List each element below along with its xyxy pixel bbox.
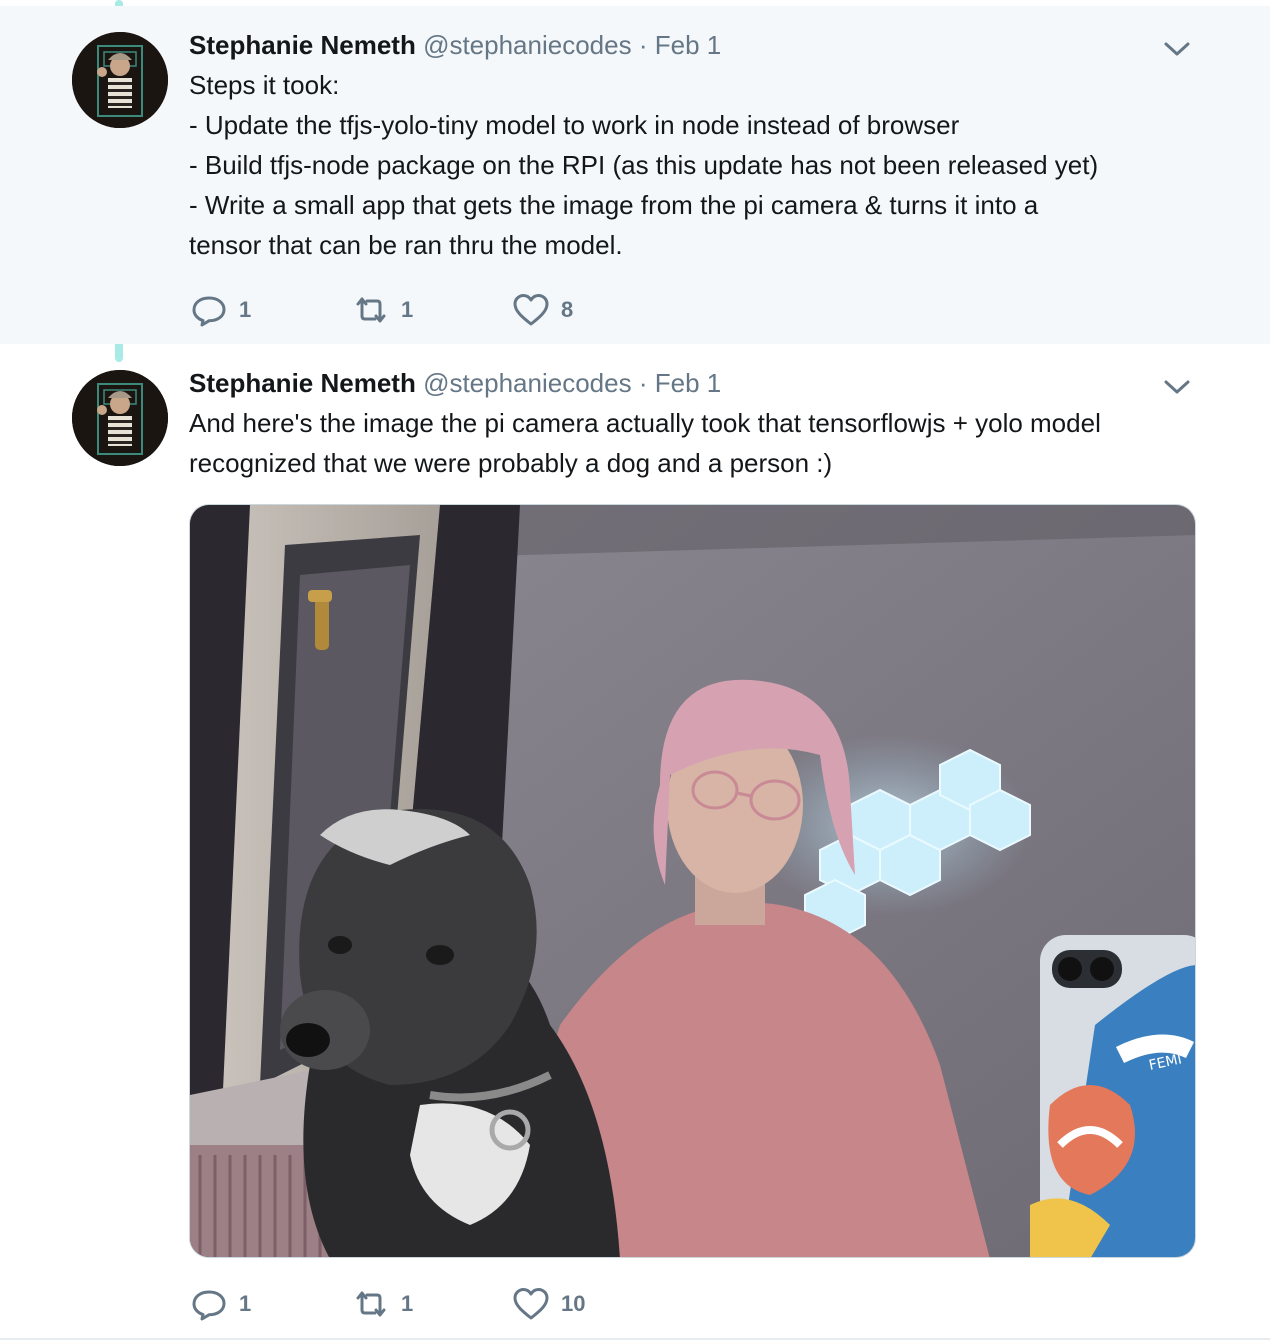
author-name[interactable]: Stephanie Nemeth [189,30,416,60]
heart-icon [513,294,549,326]
retweet-button[interactable]: 1 [351,1284,413,1324]
tweet-actions: 1 1 8 [189,290,749,330]
photo-dog-and-person: FEMI [190,505,1195,1257]
separator-dot: · [638,30,648,60]
chevron-down-icon[interactable] [1162,376,1192,398]
tweet-1[interactable]: Stephanie Nemeth @stephaniecodes · Feb 1… [0,6,1270,344]
author-name[interactable]: Stephanie Nemeth [189,368,416,398]
heart-icon [513,1288,549,1320]
retweet-count: 1 [401,1291,414,1316]
like-button[interactable]: 8 [511,290,573,330]
tweet-text: Steps it took: - Update the tfjs-yolo-ti… [189,70,1099,260]
author-handle[interactable]: @stephaniecodes [423,368,632,398]
reply-count: 1 [239,297,252,322]
tweet-text: And here's the image the pi camera actua… [189,408,1101,478]
tweet-date[interactable]: Feb 1 [655,30,722,60]
tweet-header: Stephanie Nemeth @stephaniecodes · Feb 1 [189,368,721,398]
tweet-actions: 1 1 10 [189,1284,749,1324]
reply-icon [192,1290,226,1321]
like-count: 8 [561,297,574,322]
retweet-icon [356,297,386,323]
avatar[interactable] [72,32,168,128]
chevron-down-icon[interactable] [1162,38,1192,60]
reply-button[interactable]: 1 [189,290,251,330]
avatar[interactable] [72,370,168,466]
retweet-icon [356,1291,386,1317]
retweet-count: 1 [401,297,414,322]
tweet-header: Stephanie Nemeth @stephaniecodes · Feb 1 [189,30,721,60]
tweet-photo[interactable]: FEMI [189,504,1196,1258]
separator-dot: · [638,368,648,398]
reply-count: 1 [239,1291,252,1316]
like-button[interactable]: 10 [511,1284,585,1324]
retweet-button[interactable]: 1 [351,290,413,330]
like-count: 10 [561,1291,586,1316]
bottom-divider [0,1338,1270,1340]
reply-icon [192,296,226,327]
tweet-date[interactable]: Feb 1 [655,368,722,398]
author-handle[interactable]: @stephaniecodes [423,30,632,60]
reply-button[interactable]: 1 [189,1284,251,1324]
